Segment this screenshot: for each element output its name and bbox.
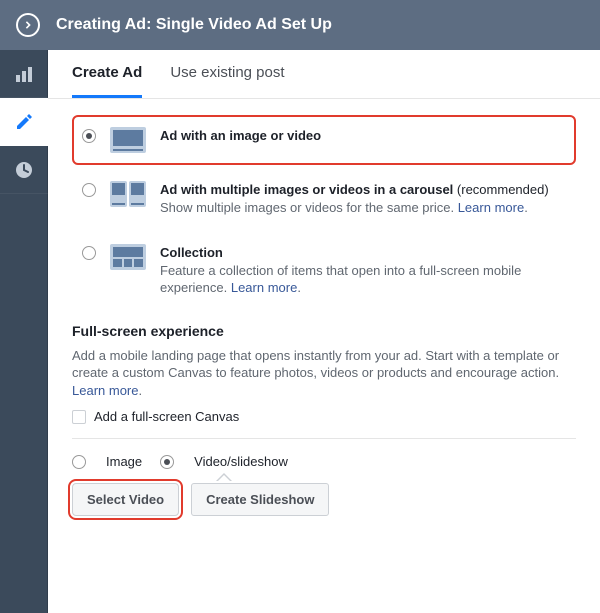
tab-create-ad[interactable]: Create Ad [72,50,142,98]
fullscreen-heading: Full-screen experience [72,323,576,339]
nav-edit[interactable] [0,98,48,146]
carousel-icon [110,181,146,207]
format-collection[interactable]: Collection Feature a collection of items… [72,232,576,309]
collection-icon [110,244,146,270]
radio-icon[interactable] [82,183,96,197]
format-title: Collection [160,245,223,260]
fullscreen-canvas-checkbox[interactable]: Add a full-screen Canvas [72,409,576,424]
create-slideshow-button[interactable]: Create Slideshow [191,483,329,516]
bar-chart-icon [15,65,33,83]
nav-history[interactable] [0,146,48,194]
checkbox-icon[interactable] [72,410,86,424]
divider [72,438,576,439]
radio-icon[interactable] [72,455,86,469]
media-type-row: Image Video/slideshow [72,453,576,469]
header: Creating Ad: Single Video Ad Set Up [0,0,600,50]
learn-more-link[interactable]: Learn more [231,280,297,295]
content: Create Ad Use existing post Ad with an i… [48,50,600,613]
fullscreen-desc: Add a mobile landing page that opens ins… [72,347,576,400]
clock-icon [15,161,33,179]
format-list: Ad with an image or video Ad with multip… [72,115,576,309]
tab-use-existing[interactable]: Use existing post [170,50,284,98]
nav-insights[interactable] [0,50,48,98]
button-row: Select Video Create Slideshow [72,483,576,516]
recommended-label: (recommended) [457,182,549,197]
header-title: Creating Ad: Single Video Ad Set Up [56,16,332,34]
media-type-label: Image [106,454,142,469]
format-title: Ad with an image or video [160,128,321,143]
single-media-icon [110,127,146,153]
format-carousel[interactable]: Ad with multiple images or videos in a c… [72,169,576,228]
media-type-label: Video/slideshow [194,454,288,469]
pointer-icon [216,473,232,481]
radio-icon[interactable] [160,455,174,469]
tabs: Create Ad Use existing post [48,50,600,99]
media-type-image[interactable]: Image [72,453,142,469]
media-type-video[interactable]: Video/slideshow [160,453,288,469]
radio-icon[interactable] [82,246,96,260]
format-single[interactable]: Ad with an image or video [72,115,576,165]
select-video-button[interactable]: Select Video [72,483,179,516]
format-desc: Show multiple images or videos for the s… [160,200,454,215]
side-nav [0,50,48,613]
pencil-icon [15,113,33,131]
radio-icon[interactable] [82,129,96,143]
expand-icon[interactable] [16,13,40,37]
checkbox-label: Add a full-screen Canvas [94,409,239,424]
learn-more-link[interactable]: Learn more [458,200,524,215]
learn-more-link[interactable]: Learn more [72,383,138,398]
format-title: Ad with multiple images or videos in a c… [160,182,453,197]
format-desc: Feature a collection of items that open … [160,263,521,296]
